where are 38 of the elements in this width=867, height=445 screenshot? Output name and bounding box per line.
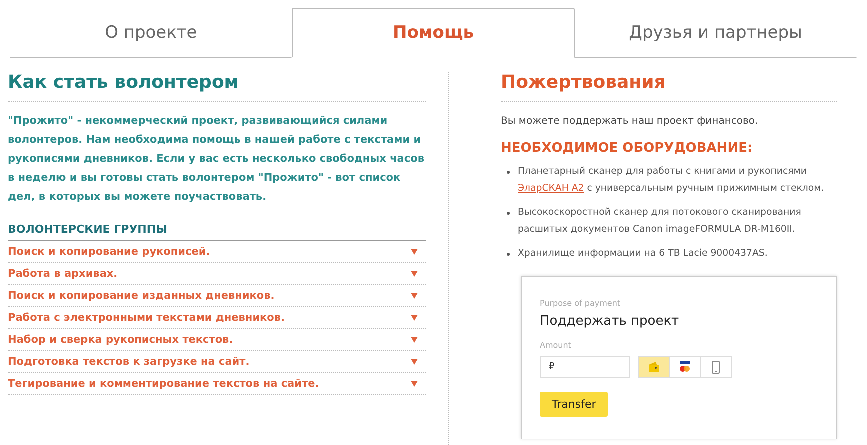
equipment-heading: НЕОБХОДИМОЕ ОБОРУДОВАНИЕ: <box>501 141 754 156</box>
intro-text: Вы можете поддержать наш проект финансово. <box>501 116 760 127</box>
caret-icon <box>411 380 418 386</box>
field-label: Amount <box>540 341 572 350</box>
tab[interactable]: Помощь <box>292 8 575 58</box>
scanner-link[interactable]: ЭларСКАН А2 <box>518 183 584 194</box>
card-logo-icon <box>678 361 692 373</box>
bullet-icon <box>507 212 510 215</box>
list-item-text: Планетарный сканер для работы с книгами и рукописями ЭларСКАН А2 с универсальным ручным прижимным стеклом. <box>518 165 826 196</box>
caret-icon <box>411 336 418 342</box>
section-title: Пожертвования <box>501 72 837 102</box>
caret-icon <box>411 270 418 276</box>
bullet-icon <box>507 171 510 174</box>
intro-text: "Прожито" - некоммерческий проект, развивающийся силами волонтеров. Нам необходима помощь в нашей работе с текстами и рукописями дневников. Если у вас есть несколько свободных часов в неделю и вы готовы стать волонтером "Прожито" - вот список дел, в которых вы можете поучаствовать. <box>8 114 426 205</box>
tab[interactable]: О проекте <box>10 8 292 58</box>
phone-icon <box>712 360 720 374</box>
bullet-icon <box>507 253 510 256</box>
groups-heading: ВОЛОНТЕРСКИЕ ГРУППЫ <box>8 223 426 241</box>
accordion-item[interactable]: Подготовка текстов к загрузке на сайт. <box>8 351 426 373</box>
field-label: Purpose of payment <box>540 299 622 308</box>
list-item-text: Хранилище информации на 6 TB Lacie 9000437AS. <box>518 247 768 261</box>
accordion-item[interactable]: Работа с электронными текстами дневников. <box>8 307 426 329</box>
accordion-item[interactable]: Поиск и копирование рукописей. <box>8 241 426 263</box>
transfer-button[interactable]: Transfer <box>540 392 608 417</box>
payment-purpose: Поддержать проект <box>540 314 680 329</box>
tab[interactable]: Друзья и партнеры <box>574 8 857 58</box>
accordion-item[interactable]: Набор и сверка рукописных текстов. <box>8 329 426 351</box>
caret-icon <box>411 248 418 254</box>
accordion-item[interactable]: Работа в архивах. <box>8 263 426 285</box>
caret-icon <box>411 314 418 320</box>
accordion-item[interactable]: Поиск и копирование изданных дневников. <box>8 285 426 307</box>
caret-icon <box>411 358 418 364</box>
amount-field[interactable]: ₽ <box>540 356 630 378</box>
accordion-item[interactable]: Тегирование и комментирование текстов на сайте. <box>8 373 426 395</box>
section-title: Как стать волонтером <box>8 72 426 102</box>
list-item-text: Высокоскоростной сканер для потокового сканирования расшитых документов Canon imageFORMULA DR-M160II. <box>518 206 802 237</box>
wallet-icon <box>648 361 660 373</box>
caret-icon <box>411 292 418 298</box>
